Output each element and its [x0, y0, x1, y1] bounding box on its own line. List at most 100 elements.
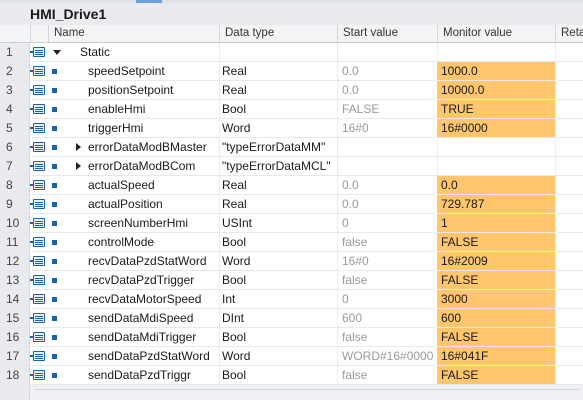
tag-start-value[interactable]: 16#0: [337, 119, 437, 137]
tag-start-value[interactable]: FALSE: [337, 100, 437, 118]
tag-data-type[interactable]: Word: [219, 347, 337, 365]
tag-retain[interactable]: [555, 309, 583, 327]
tag-start-value[interactable]: 600: [337, 309, 437, 327]
tag-retain[interactable]: [555, 366, 583, 384]
tag-monitor-value[interactable]: FALSE: [437, 271, 555, 289]
triangle-right-icon[interactable]: [70, 138, 84, 156]
tag-data-type[interactable]: Int: [219, 290, 337, 308]
tag-data-type[interactable]: Real: [219, 176, 337, 194]
tag-monitor-value[interactable]: 16#2009: [437, 252, 555, 270]
tag-retain[interactable]: [555, 271, 583, 289]
tag-name[interactable]: sendDataMdiTrigger: [88, 328, 219, 346]
tag-data-type[interactable]: Real: [219, 195, 337, 213]
table-row[interactable]: 16 sendDataMdiTrigger Bool false FALSE: [0, 328, 583, 347]
tag-data-type[interactable]: Bool: [219, 233, 337, 251]
header-monitor-value[interactable]: Monitor value: [437, 25, 555, 42]
tag-monitor-value[interactable]: FALSE: [437, 366, 555, 384]
tag-monitor-value[interactable]: 1000.0: [437, 62, 555, 80]
tag-retain[interactable]: [555, 347, 583, 365]
tag-start-value[interactable]: 0.0: [337, 62, 437, 80]
header-start-value[interactable]: Start value: [337, 25, 437, 42]
tag-retain[interactable]: [555, 157, 583, 175]
tag-name[interactable]: screenNumberHmi: [88, 214, 219, 232]
tag-monitor-value[interactable]: 16#0000: [437, 119, 555, 137]
table-row[interactable]: 4 enableHmi Bool FALSE TRUE: [0, 100, 583, 119]
table-row[interactable]: 6 errorDataModBMaster "typeErrorDataMM": [0, 138, 583, 157]
tag-name[interactable]: errorDataModBCom: [88, 157, 219, 175]
table-row[interactable]: 14 recvDataMotorSpeed Int 0 3000: [0, 290, 583, 309]
tag-start-value[interactable]: false: [337, 328, 437, 346]
tag-retain[interactable]: [555, 81, 583, 99]
tag-name[interactable]: enableHmi: [88, 100, 219, 118]
tag-start-value[interactable]: WORD#16#0000: [337, 347, 437, 365]
tag-retain[interactable]: [555, 119, 583, 137]
tag-name[interactable]: sendDataPzdTriggr: [88, 366, 219, 384]
tag-retain[interactable]: [555, 62, 583, 80]
tag-data-type[interactable]: Bool: [219, 328, 337, 346]
tag-start-value[interactable]: 0.0: [337, 176, 437, 194]
tag-name[interactable]: Static: [80, 43, 219, 61]
tag-data-type[interactable]: DInt: [219, 309, 337, 327]
table-row[interactable]: 5 triggerHmi Word 16#0 16#0000: [0, 119, 583, 138]
table-row[interactable]: 1 Static: [0, 43, 583, 62]
tag-monitor-value[interactable]: [437, 138, 555, 156]
table-row[interactable]: 3 positionSetpoint Real 0.0 10000.0: [0, 81, 583, 100]
tag-name[interactable]: speedSetpoint: [88, 62, 219, 80]
tag-name[interactable]: recvDataMotorSpeed: [88, 290, 219, 308]
tag-monitor-value[interactable]: 0.0: [437, 176, 555, 194]
tag-name[interactable]: recvDataPzdStatWord: [88, 252, 219, 270]
tag-name[interactable]: positionSetpoint: [88, 81, 219, 99]
table-row[interactable]: 8 actualSpeed Real 0.0 0.0: [0, 176, 583, 195]
table-row[interactable]: 9 actualPosition Real 0.0 729.787: [0, 195, 583, 214]
tag-start-value[interactable]: [337, 157, 437, 175]
table-row[interactable]: 11 controlMode Bool false FALSE: [0, 233, 583, 252]
tag-start-value[interactable]: false: [337, 271, 437, 289]
tag-monitor-value[interactable]: 600: [437, 309, 555, 327]
tag-retain[interactable]: [555, 290, 583, 308]
tag-start-value[interactable]: 0.0: [337, 81, 437, 99]
tag-data-type[interactable]: Word: [219, 252, 337, 270]
tag-data-type[interactable]: Word: [219, 119, 337, 137]
tag-data-type[interactable]: USInt: [219, 214, 337, 232]
tag-data-type[interactable]: Bool: [219, 366, 337, 384]
tag-data-type[interactable]: "typeErrorDataMM": [219, 138, 337, 156]
tag-name[interactable]: sendDataPzdStatWord: [88, 347, 219, 365]
table-row[interactable]: 13 recvDataPzdTrigger Bool false FALSE: [0, 271, 583, 290]
tag-retain[interactable]: [555, 328, 583, 346]
tag-data-type[interactable]: Bool: [219, 271, 337, 289]
table-row[interactable]: 17 sendDataPzdStatWord Word WORD#16#0000 16#…: [0, 347, 583, 366]
tag-monitor-value[interactable]: [437, 43, 555, 61]
triangle-right-icon[interactable]: [70, 157, 84, 175]
tag-retain[interactable]: [555, 100, 583, 118]
tag-data-type[interactable]: Bool: [219, 100, 337, 118]
tag-start-value[interactable]: [337, 43, 437, 61]
tag-start-value[interactable]: false: [337, 233, 437, 251]
tag-retain[interactable]: [555, 138, 583, 156]
table-row[interactable]: 2 speedSetpoint Real 0.0 1000.0: [0, 62, 583, 81]
tag-retain[interactable]: [555, 214, 583, 232]
tag-monitor-value[interactable]: 1: [437, 214, 555, 232]
tag-data-type[interactable]: Real: [219, 62, 337, 80]
tag-monitor-value[interactable]: FALSE: [437, 328, 555, 346]
tag-name[interactable]: actualPosition: [88, 195, 219, 213]
tag-retain[interactable]: [555, 195, 583, 213]
tag-monitor-value[interactable]: [437, 157, 555, 175]
tag-monitor-value[interactable]: 3000: [437, 290, 555, 308]
table-row[interactable]: 10 screenNumberHmi USInt 0 1: [0, 214, 583, 233]
table-row[interactable]: 12 recvDataPzdStatWord Word 16#0 16#2009: [0, 252, 583, 271]
tag-retain[interactable]: [555, 233, 583, 251]
tag-start-value[interactable]: 0: [337, 290, 437, 308]
table-row[interactable]: 18 sendDataPzdTriggr Bool false FALSE: [0, 366, 583, 385]
tag-start-value[interactable]: 0: [337, 214, 437, 232]
tag-monitor-value[interactable]: 729.787: [437, 195, 555, 213]
header-name[interactable]: Name: [48, 25, 219, 42]
header-retain[interactable]: Reta: [555, 25, 583, 42]
tag-retain[interactable]: [555, 252, 583, 270]
tag-start-value[interactable]: [337, 138, 437, 156]
tag-name[interactable]: sendDataMdiSpeed: [88, 309, 219, 327]
triangle-down-icon[interactable]: [50, 43, 64, 61]
header-data-type[interactable]: Data type: [219, 25, 337, 42]
tag-monitor-value[interactable]: TRUE: [437, 100, 555, 118]
tag-name[interactable]: triggerHmi: [88, 119, 219, 137]
tag-monitor-value[interactable]: FALSE: [437, 233, 555, 251]
